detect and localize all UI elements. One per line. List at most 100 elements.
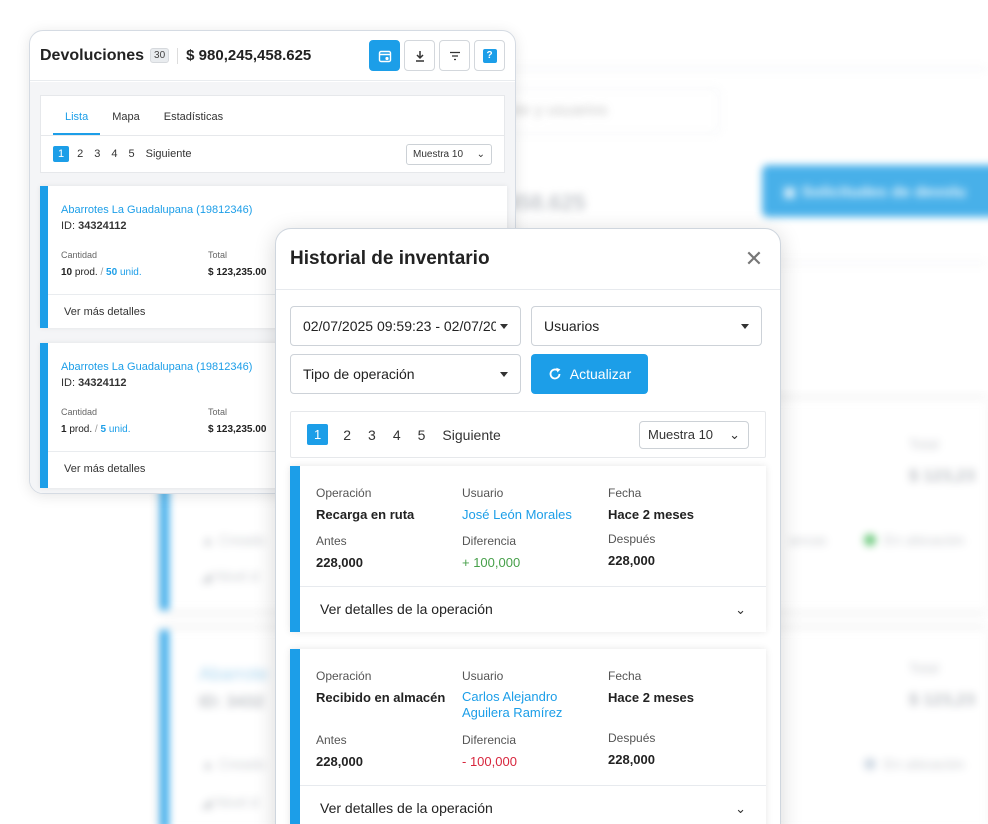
user-link[interactable]: Carlos Alejandro Aguilera Ramírez: [462, 689, 592, 721]
return-id-label: ID:: [61, 377, 76, 389]
background-calendar-icon: ▣: [782, 184, 802, 201]
download-icon: [415, 50, 424, 62]
inventory-history-modal: Historial de inventario ✕ 02/07/2025 09:…: [275, 228, 781, 824]
after-value: 228,000: [608, 553, 655, 568]
chevron-down-icon: ⌄: [729, 426, 740, 442]
before-label: Antes: [316, 733, 347, 747]
returns-pagination: 1 2 3 4 5 Siguiente Muestra 10 ⌄: [41, 136, 504, 172]
background-search-input: ente y usuarios: [480, 88, 720, 134]
date-value: Hace 2 meses: [608, 690, 695, 705]
before-value: 228,000: [316, 754, 363, 769]
product-count: 10: [61, 267, 73, 278]
modal-header: Historial de inventario ✕: [276, 229, 780, 290]
page-1-button[interactable]: 1: [307, 424, 329, 445]
filter-icon: [449, 51, 460, 60]
user-link[interactable]: José León Morales: [462, 507, 592, 523]
user-icon: ▲: [201, 532, 219, 548]
page-1-button[interactable]: 1: [53, 146, 70, 162]
users-select-value: Usuarios: [544, 318, 600, 334]
background-created: ▲ Creado: [201, 756, 265, 772]
refresh-button[interactable]: Actualizar: [531, 354, 648, 394]
operation-label: Operación: [316, 486, 372, 500]
before-label: Antes: [316, 534, 347, 548]
difference-value: - 100,000: [462, 754, 517, 769]
chart-icon: ◢: [201, 794, 216, 810]
operation-type-value: Tipo de operación: [303, 366, 415, 382]
background-total-label: Total: [909, 436, 939, 452]
next-page-button[interactable]: Siguiente: [146, 148, 192, 160]
after-label: Después: [608, 731, 656, 745]
background-warehouse-text: ancas: [789, 532, 827, 548]
operation-details-toggle[interactable]: Ver detalles de la operación ⌄: [300, 586, 766, 632]
after-label: Después: [608, 532, 656, 546]
quantity-value: 10 prod. / 50 unid.: [61, 267, 142, 278]
background-level-text: Nivel d: [215, 568, 259, 584]
user-icon: ▲: [201, 756, 219, 772]
refresh-label: Actualizar: [569, 366, 632, 382]
tab-statistics[interactable]: Estadísticas: [152, 111, 235, 135]
operation-label: Operación: [316, 669, 372, 683]
background-level: ◢ Nivel d: [201, 794, 258, 811]
page-2-button[interactable]: 2: [343, 427, 351, 443]
download-button[interactable]: [404, 40, 435, 71]
page-5-button[interactable]: 5: [129, 148, 135, 160]
page-3-button[interactable]: 3: [368, 427, 376, 443]
background-total-value: $ 123,23: [909, 466, 976, 485]
help-button[interactable]: ?: [474, 40, 505, 71]
unit-label: unid.: [119, 267, 142, 278]
page-2-button[interactable]: 2: [77, 148, 83, 160]
operation-details-label: Ver detalles de la operación: [320, 800, 493, 816]
date-value: Hace 2 meses: [608, 507, 695, 522]
background-level: ◢ Nivel d: [201, 568, 258, 585]
status-dot-icon: [864, 758, 876, 770]
page-3-button[interactable]: 3: [94, 148, 100, 160]
unit-count: 50 unid.: [106, 267, 142, 278]
total-value: $ 123,235.00: [208, 267, 267, 278]
header-divider: [177, 47, 179, 64]
caret-down-icon: [500, 372, 508, 377]
unit-count-value: 5: [100, 424, 107, 435]
page-4-button[interactable]: 4: [111, 148, 117, 160]
quantity-value: 1 prod. / 5 unid.: [61, 424, 131, 435]
background-card-title: Abarrote: [199, 664, 269, 684]
return-id: ID: 34324112: [61, 377, 126, 389]
return-shop-link[interactable]: Abarrotes La Guadalupana (19812346): [61, 204, 252, 216]
background-created-text: Creado: [218, 532, 265, 548]
operation-details-label: Ver detalles de la operación: [320, 601, 493, 617]
users-select[interactable]: Usuarios: [531, 306, 762, 346]
caret-down-icon: [500, 324, 508, 329]
return-id-value: 34324112: [78, 220, 127, 232]
close-icon[interactable]: ✕: [742, 248, 766, 270]
background-requests-label: Solicitudes de devolu: [801, 184, 967, 201]
date-range-select[interactable]: 02/07/2025 09:59:23 - 02/07/2025: [290, 306, 521, 346]
page-size-select[interactable]: Muestra 10 ⌄: [639, 420, 749, 449]
background-status: En ubicación: [864, 532, 964, 548]
user-label: Usuario: [462, 669, 504, 683]
filter-button[interactable]: [439, 40, 470, 71]
modal-title: Historial de inventario: [290, 248, 490, 269]
difference-value: + 100,000: [462, 555, 521, 570]
page-5-button[interactable]: 5: [418, 427, 426, 443]
background-created-text: Creado: [218, 756, 265, 772]
operation-type-select[interactable]: Tipo de operación: [290, 354, 521, 394]
product-unit: prod.: [69, 424, 93, 435]
tab-list[interactable]: Lista: [53, 111, 101, 135]
return-id: ID: 34324112: [61, 220, 126, 232]
page-4-button[interactable]: 4: [393, 427, 401, 443]
page-size-select[interactable]: Muestra 10 ⌄: [406, 143, 492, 165]
user-label: Usuario: [462, 486, 504, 500]
operation-details-toggle[interactable]: Ver detalles de la operación ⌄: [300, 785, 766, 824]
next-page-button[interactable]: Siguiente: [442, 427, 500, 443]
unit-count: 5 unid.: [100, 424, 130, 435]
return-shop-link[interactable]: Abarrotes La Guadalupana (19812346): [61, 361, 252, 373]
date-label: Fecha: [608, 486, 642, 500]
page-size-value: Muestra 10: [648, 426, 714, 442]
tab-map[interactable]: Mapa: [100, 111, 152, 135]
chevron-down-icon: ⌄: [735, 801, 746, 816]
chevron-down-icon: ⌄: [476, 148, 485, 160]
calendar-button[interactable]: [369, 40, 400, 71]
calendar-icon: [378, 50, 391, 62]
difference-label: Diferencia: [462, 534, 517, 548]
background-requests-button: ▣ Solicitudes de devolu: [762, 165, 988, 217]
background-level-text: Nivel d: [215, 794, 259, 810]
